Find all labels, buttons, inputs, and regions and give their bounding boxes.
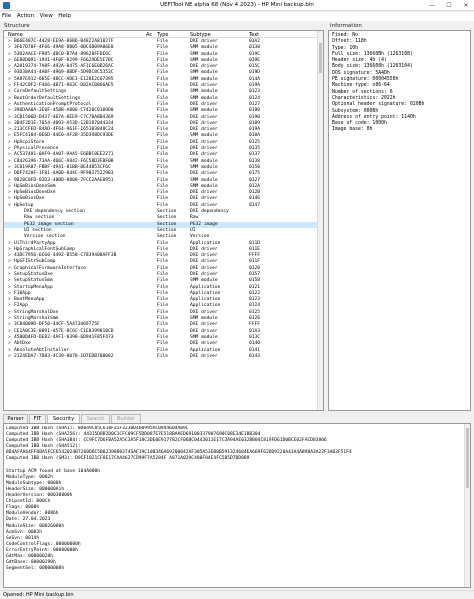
- minimize-button[interactable]: —: [424, 0, 440, 11]
- tree-row[interactable]: >2124EDA7-7D83-4C39-8078-1D7EDB708082 Fil…: [4, 354, 317, 360]
- log-line: SegmentSel: 00000008h: [6, 566, 65, 572]
- tree-rows: > B66E407C-4428-EE9A-86B6-B4822A81827F Fil…: [4, 39, 317, 410]
- row-text: 0143: [249, 353, 261, 359]
- maximize-button[interactable]: ☐: [441, 0, 457, 11]
- tab-builder: Builder: [111, 414, 141, 423]
- tab-fit[interactable]: FIT: [29, 414, 46, 423]
- close-button[interactable]: ✕: [458, 0, 474, 11]
- tree-header: Name Ac Type Subtype Text: [4, 31, 317, 38]
- title-bar: UEFITool NE alpha 68 (Nov 4 2023) - HP M…: [0, 0, 474, 11]
- status-bar: Opened: HP Mini backup.bin: [0, 590, 474, 599]
- scrollbar-thumb[interactable]: [319, 43, 322, 73]
- menu-help[interactable]: Help: [56, 12, 73, 21]
- tab-parser[interactable]: Parser: [3, 414, 28, 423]
- security-output[interactable]: Computed IBB Hash (SHA1): 8D049C85C618F2…: [3, 423, 471, 588]
- structure-scrollbar[interactable]: [317, 31, 323, 410]
- expand-arrow[interactable]: >: [8, 354, 11, 360]
- information-title: Information: [330, 23, 362, 29]
- menu-action[interactable]: Action: [15, 12, 36, 21]
- structure-tree[interactable]: Name Ac Type Subtype Text > B66E407C-4428…: [3, 30, 324, 411]
- information-panel: Fixed: No Offset: 118h Type: 10h Full size:…: [328, 30, 471, 411]
- row-name: 2124EDA7-7D83-4C39-8078-1D7EDB708082: [14, 353, 114, 359]
- row-subtype: DXE driver: [190, 353, 218, 359]
- info-line: Image base: 0h: [332, 127, 373, 133]
- log-scrollbar-thumb[interactable]: [466, 428, 469, 488]
- menu-file[interactable]: File: [0, 12, 13, 21]
- information-text: Fixed: No Offset: 118h Type: 10h Full size:…: [332, 33, 468, 134]
- security-log-text: Computed IBB Hash (SHA1): 8D049C85C618F2…: [6, 426, 462, 572]
- column-text[interactable]: Text: [249, 32, 259, 38]
- column-type[interactable]: Type: [157, 32, 168, 38]
- menu-bar: File Action View Help: [0, 12, 474, 21]
- window-title: UEFITool NE alpha 68 (Nov 4 2023) - HP M…: [160, 2, 314, 8]
- column-action[interactable]: Ac: [146, 32, 152, 38]
- row-type: File: [157, 353, 169, 359]
- column-name[interactable]: Name: [8, 32, 23, 38]
- column-subtype[interactable]: Subtype: [190, 32, 211, 38]
- menu-view[interactable]: View: [38, 12, 55, 21]
- structure-title: Structure: [4, 23, 30, 29]
- tab-search: Search: [81, 414, 110, 423]
- log-scrollbar[interactable]: [464, 424, 470, 587]
